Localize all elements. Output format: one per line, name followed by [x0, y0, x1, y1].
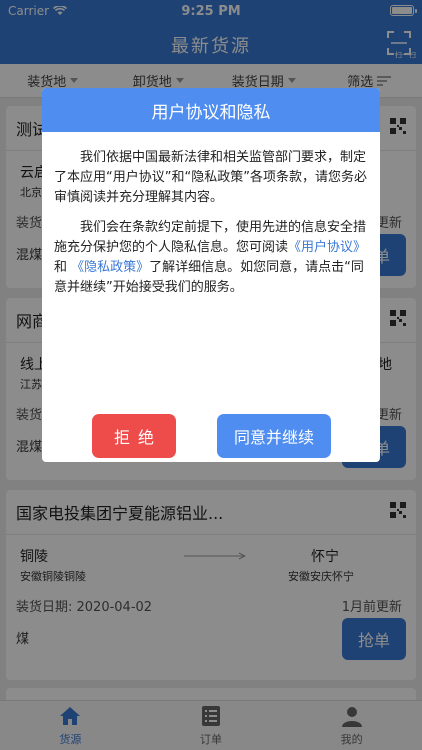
agree-continue-button[interactable]: 同意并继续	[217, 414, 331, 458]
dialog-body: 我们依据中国最新法律和相关监管部门要求，制定了本应用“用户协议”和“隐私政策”各…	[42, 132, 380, 298]
dialog-title: 用户协议和隐私	[42, 88, 380, 132]
privacy-agreement-dialog: 用户协议和隐私 我们依据中国最新法律和相关监管部门要求，制定了本应用“用户协议”…	[42, 88, 380, 462]
privacy-policy-link[interactable]: 《隐私政策》	[71, 260, 149, 275]
dialog-paragraph-2: 我们会在条款约定前提下，使用先进的信息安全措施充分保护您的个人隐私信息。您可阅读…	[54, 218, 368, 298]
paragraph-text: 和	[54, 260, 68, 275]
reject-button[interactable]: 拒绝	[92, 414, 176, 458]
user-agreement-link[interactable]: 《用户协议》	[288, 240, 366, 255]
dialog-paragraph-1: 我们依据中国最新法律和相关监管部门要求，制定了本应用“用户协议”和“隐私政策”各…	[54, 150, 367, 205]
